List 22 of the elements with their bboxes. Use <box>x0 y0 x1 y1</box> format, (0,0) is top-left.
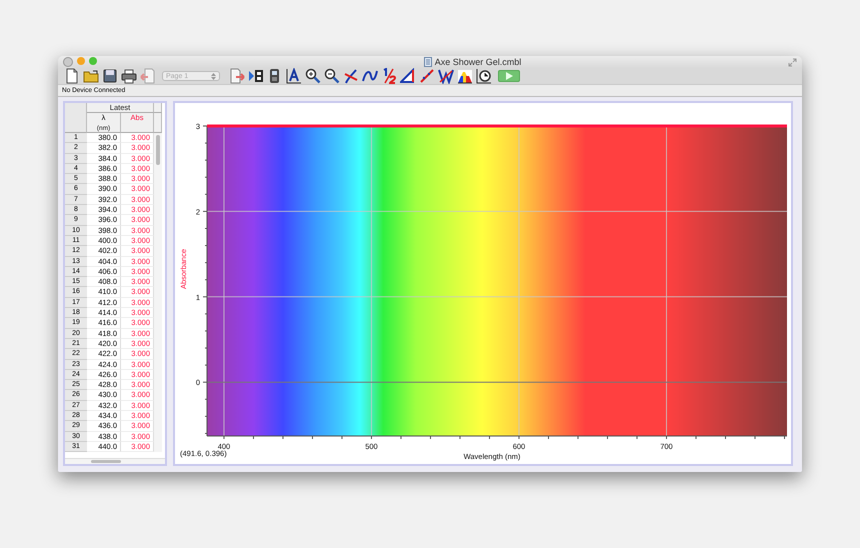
text-icon[interactable] <box>286 68 302 84</box>
tangent-icon[interactable] <box>343 68 359 84</box>
scrollbar[interactable] <box>154 133 162 452</box>
film-icon[interactable] <box>248 68 264 84</box>
half-icon[interactable] <box>381 68 397 84</box>
zoom-in-icon[interactable] <box>305 68 321 84</box>
area-icon[interactable] <box>400 68 416 84</box>
window-title: Axe Shower Gel.cmbl <box>434 57 522 68</box>
scrollbar[interactable] <box>65 458 165 464</box>
new-document-icon[interactable] <box>64 68 80 84</box>
play-icon <box>505 72 513 80</box>
save-icon[interactable] <box>102 68 118 84</box>
stepper-icon <box>211 72 216 80</box>
clock-icon[interactable] <box>476 68 492 84</box>
folder-icon[interactable] <box>83 68 99 84</box>
zoom-out-icon[interactable] <box>324 68 340 84</box>
play-button[interactable] <box>498 70 520 82</box>
line-fit-icon[interactable] <box>419 68 435 84</box>
printer-icon[interactable] <box>121 68 137 84</box>
document-icon <box>424 57 432 68</box>
spectrum-icon[interactable] <box>457 68 473 84</box>
peaks-icon[interactable] <box>438 68 454 84</box>
